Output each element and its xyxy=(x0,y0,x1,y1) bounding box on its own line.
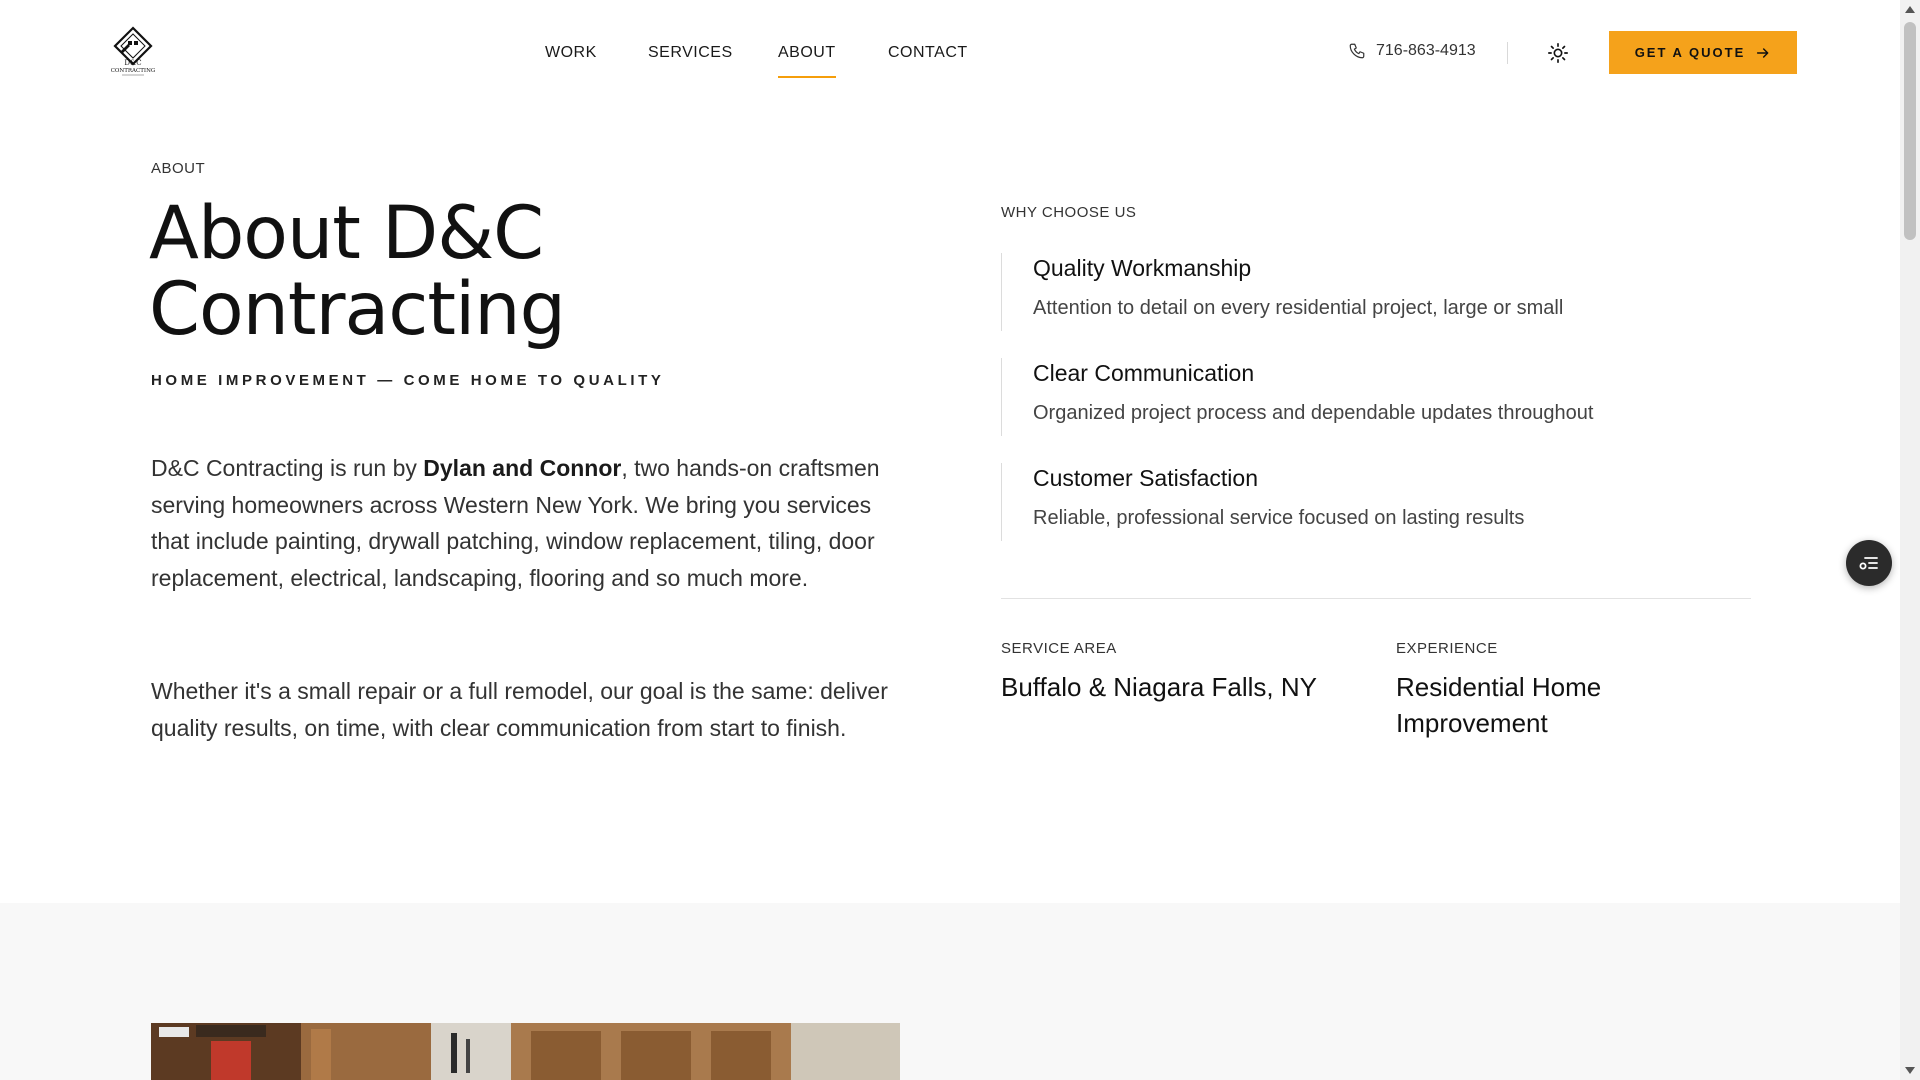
scroll-up-arrow[interactable] xyxy=(1905,6,1915,13)
get-quote-label: GET A QUOTE xyxy=(1634,45,1746,60)
svg-text:D&C: D&C xyxy=(124,59,141,67)
feature-item: Clear Communication Organized project pr… xyxy=(1001,358,1761,436)
why-choose-us-heading: WHY CHOOSE US xyxy=(1001,204,1137,221)
feature-title: Customer Satisfaction xyxy=(1033,465,1258,491)
floating-menu-button[interactable] xyxy=(1846,540,1892,586)
feature-title: Quality Workmanship xyxy=(1033,255,1252,281)
nav-about[interactable]: ABOUT xyxy=(778,44,836,78)
header-divider xyxy=(1507,42,1508,64)
sun-icon xyxy=(1548,43,1568,63)
section-divider xyxy=(1001,598,1751,599)
phone-number: 716-863-4913 xyxy=(1376,42,1476,59)
theme-toggle-button[interactable] xyxy=(1547,42,1569,64)
section-eyebrow: ABOUT xyxy=(151,160,206,177)
logo-mark: D&C CONTRACTING xyxy=(111,26,156,76)
svg-text:CONTRACTING: CONTRACTING xyxy=(111,68,156,74)
feature-description: Organized project process and dependable… xyxy=(1033,402,1594,424)
experience-value: Residential Home Improvement xyxy=(1396,672,1602,738)
scrollbar-thumb[interactable] xyxy=(1904,22,1916,240)
about-paragraph-1: D&C Contracting is run by Dylan and Conn… xyxy=(151,455,880,591)
feature-description: Reliable, professional service focused o… xyxy=(1033,507,1525,529)
nav-services[interactable]: SERVICES xyxy=(648,44,733,62)
site-header: D&C CONTRACTING WORK SERVICES ABOUT CONT… xyxy=(0,0,1900,104)
phone-link[interactable]: 716-863-4913 xyxy=(1348,42,1476,60)
feature-item: Customer Satisfaction Reliable, professi… xyxy=(1001,463,1761,541)
get-quote-button[interactable]: GET A QUOTE xyxy=(1609,31,1797,74)
feature-title: Clear Communication xyxy=(1033,360,1255,386)
nav-contact[interactable]: CONTACT xyxy=(888,44,968,62)
scroll-down-arrow[interactable] xyxy=(1905,1067,1915,1074)
arrow-right-icon xyxy=(1757,47,1769,58)
feature-item: Quality Workmanship Attention to detail … xyxy=(1001,253,1761,331)
page-scrollbar[interactable] xyxy=(1900,0,1920,1080)
tagline: HOME IMPROVEMENT — COME HOME TO QUALITY xyxy=(151,372,665,389)
nav-work[interactable]: WORK xyxy=(545,44,597,62)
logo[interactable]: D&C CONTRACTING xyxy=(106,26,160,78)
page-title: About D&C Contracting xyxy=(149,191,566,352)
phone-icon xyxy=(1349,43,1365,59)
owner-names: Dylan and Connor xyxy=(423,455,622,481)
feature-description: Attention to detail on every residential… xyxy=(1033,297,1564,319)
experience-label: EXPERIENCE xyxy=(1396,640,1498,657)
project-photo xyxy=(151,1023,900,1080)
project-photo-image xyxy=(151,1023,900,1080)
service-area-value: Buffalo & Niagara Falls, NY xyxy=(1001,672,1317,702)
service-area-label: SERVICE AREA xyxy=(1001,640,1117,657)
list-settings-icon xyxy=(1859,557,1878,570)
about-paragraph-2: Whether it's a small repair or a full re… xyxy=(151,678,888,741)
